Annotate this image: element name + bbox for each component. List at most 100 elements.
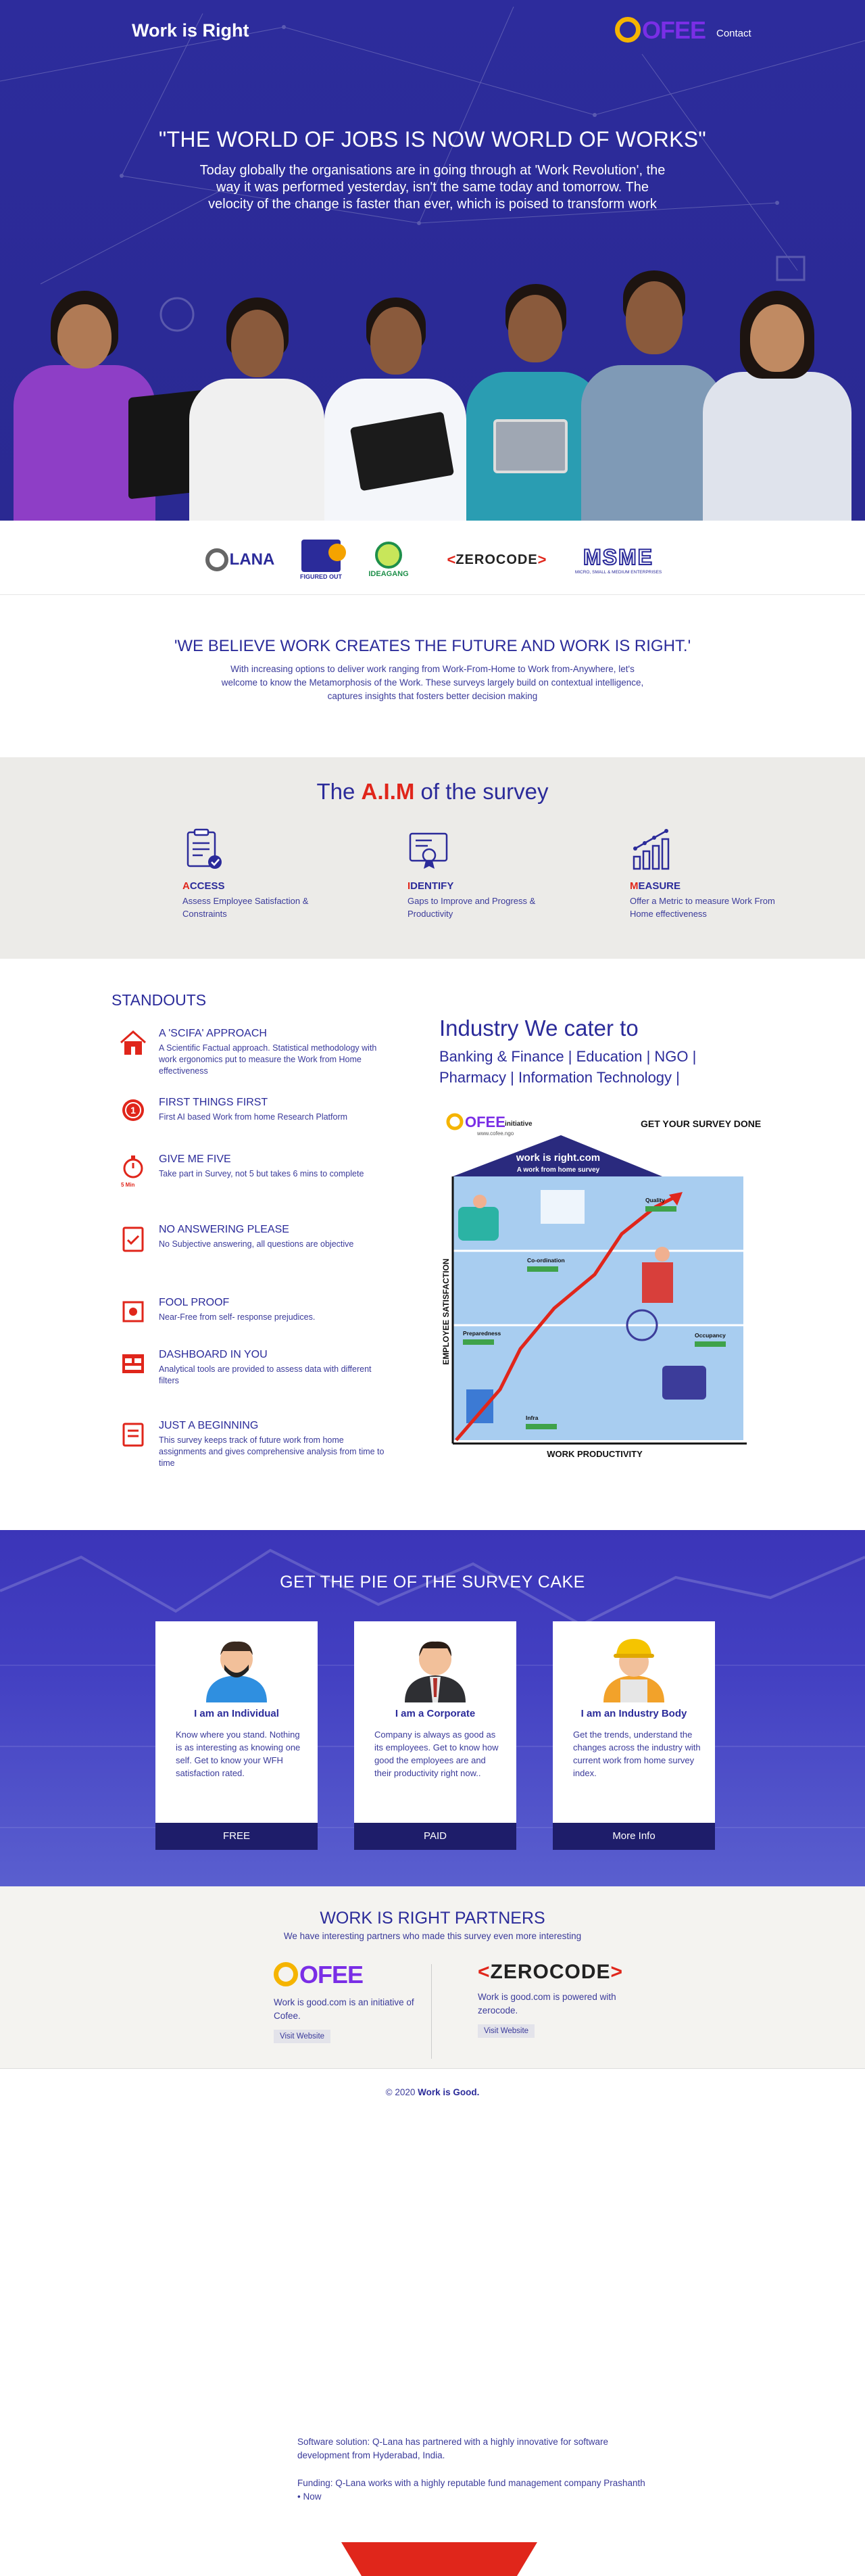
- hero-section: [0, 0, 865, 521]
- copyright: © 2020 Work is Good.: [385, 2087, 480, 2097]
- standout-title: NO ANSWERING PLEASE: [159, 1224, 289, 1235]
- industry-title: Industry We cater to: [439, 1016, 639, 1041]
- certificate-icon: [409, 832, 448, 869]
- first-badge-icon: 1: [122, 1099, 144, 1121]
- standout-text: Take part in Survey, not 5 but takes 6 m…: [159, 1169, 364, 1178]
- standout-title: DASHBOARD IN YOU: [159, 1349, 268, 1360]
- footer-note-funding: Funding: Q-Lana works with a highly repu…: [297, 2478, 645, 2502]
- pie-title: GET THE PIE OF THE SURVEY CAKE: [280, 1573, 585, 1592]
- label-infra: Infra: [526, 1414, 539, 1421]
- info-initiative: initiative: [505, 1120, 533, 1128]
- info-x-axis: WORK PRODUCTIVITY: [547, 1449, 643, 1459]
- survey-infographic: OFEE initiative www.cofee.ngo GET YOUR S…: [439, 1105, 777, 1474]
- standout-item: DASHBOARD IN YOU Analytical tools are pr…: [118, 1349, 389, 1387]
- pie-card-text: Company is always as good as its employe…: [374, 1730, 499, 1778]
- visit-website-button[interactable]: Visit Website: [274, 2030, 331, 2043]
- standout-item: FOOL PROOF Near-Free from self- response…: [118, 1297, 389, 1323]
- figured-out-icon: [301, 540, 346, 572]
- checklist-icon: [122, 1226, 144, 1252]
- home-icon: [120, 1030, 146, 1055]
- believe-title: 'WE BELIEVE WORK CREATES THE FUTURE AND …: [174, 637, 691, 655]
- person-man-tablet: [324, 297, 466, 521]
- standouts-title: STANDOUTS: [112, 991, 207, 1009]
- corporate-avatar-icon: [405, 1641, 466, 1702]
- standout-title: JUST A BEGINNING: [159, 1420, 259, 1431]
- standout-title: FOOL PROOF: [159, 1297, 230, 1308]
- cofee-logo-text: OFEE: [642, 16, 706, 44]
- standout-text: A Scientific Factual approach. Statistic…: [159, 1043, 377, 1076]
- brand-title[interactable]: Work is Right: [132, 20, 249, 41]
- cofee-logo[interactable]: OFEE: [615, 16, 706, 45]
- aim-text-access: Assess Employee Satisfaction & Constrain…: [182, 896, 309, 919]
- shield-document-icon: [122, 1301, 144, 1322]
- partner-logo-strip: LANA FIGURED OUT IDEAGANG < ZEROCODE > M…: [0, 521, 865, 595]
- bottom-red-tab: [341, 2542, 537, 2576]
- paid-button[interactable]: PAID: [354, 1823, 516, 1850]
- contact-link[interactable]: Contact: [716, 28, 751, 39]
- zerocode-logo: < ZEROCODE >: [447, 551, 547, 568]
- partners-title: WORK IS RIGHT PARTNERS: [320, 1909, 545, 1928]
- info-y-axis: EMPLOYEE SATISFACTION: [441, 1258, 451, 1364]
- standout-item: NO ANSWERING PLEASE No Subjective answer…: [118, 1224, 389, 1252]
- five-min-label: 5 Min: [121, 1182, 135, 1188]
- msme-logo: MSME MICRO, SMALL & MEDIUM ENTERPRISES: [574, 544, 662, 575]
- standout-title: FIRST THINGS FIRST: [159, 1097, 268, 1108]
- standout-text: This survey keeps track of future work f…: [159, 1435, 385, 1468]
- partner-text: Work is good.com is an initiative of Cof…: [274, 1997, 414, 2021]
- aim-title: The A.I.M of the survey: [316, 779, 549, 804]
- pie-card-text: Know where you stand. Nothing is as inte…: [176, 1730, 301, 1778]
- standout-item: JUST A BEGINNING This survey keeps track…: [118, 1420, 389, 1469]
- ideagang-bulb-icon: [375, 542, 402, 569]
- dashboard-icon: [122, 1354, 144, 1373]
- standout-title: A 'SCIFA' APPROACH: [159, 1028, 267, 1039]
- aim-heading-measure: MEASURE: [630, 880, 681, 892]
- hero-title: "THE WORLD OF JOBS IS NOW WORLD OF WORKS…: [158, 127, 707, 151]
- pie-card-industry: I am an Industry Body Get the trends, un…: [553, 1621, 715, 1850]
- standout-item: 1 FIRST THINGS FIRST First AI based Work…: [118, 1097, 389, 1123]
- info-cta: GET YOUR SURVEY DONE: [641, 1118, 761, 1129]
- industry-sectors: Banking & Finance | Education | NGO | Ph…: [439, 1048, 697, 1086]
- label-occupancy: Occupancy: [695, 1332, 726, 1339]
- partner-cofee: OFEE Work is good.com is an initiative o…: [274, 1961, 443, 2043]
- believe-text: With increasing options to deliver work …: [221, 664, 644, 701]
- pie-card-title: I am an Individual: [194, 1708, 279, 1719]
- more-info-button[interactable]: More Info: [553, 1823, 715, 1850]
- standout-text: No Subjective answering, all questions a…: [159, 1239, 354, 1249]
- partners-subtitle: We have interesting partners who made th…: [283, 1931, 582, 1941]
- aim-text-identify: Gaps to Improve and Progress & Productiv…: [407, 896, 536, 919]
- partner-zerocode-logo: <ZEROCODE>: [478, 1961, 624, 1983]
- svg-text:1: 1: [130, 1105, 136, 1116]
- qlana-logo: LANA: [203, 540, 277, 580]
- aim-text-measure: Offer a Metric to measure Work From Home…: [630, 896, 775, 919]
- partners-divider: [431, 1964, 432, 2059]
- ideagang-logo: IDEAGANG: [362, 540, 416, 580]
- visit-website-button[interactable]: Visit Website: [478, 2024, 535, 2038]
- partner-cofee-logo: OFEE: [274, 1961, 443, 1989]
- cofee-c-icon: [274, 1962, 298, 1986]
- aim-card-access: ACCESS Assess Employee Satisfaction & Co…: [182, 828, 345, 920]
- report-icon: [122, 1423, 144, 1447]
- figured-out-logo: FIGURED OUT: [294, 540, 348, 580]
- info-url: www.cofee.ngo: [476, 1130, 514, 1137]
- info-logo: OFEE: [465, 1114, 505, 1130]
- person-man-phone: [189, 297, 324, 521]
- standout-text: First AI based Work from home Research P…: [159, 1112, 348, 1122]
- standout-item: A 'SCIFA' APPROACH A Scientific Factual …: [118, 1028, 389, 1077]
- bar-chart-icon: [633, 829, 670, 870]
- info-roof-sub: A work from home survey: [517, 1166, 600, 1174]
- clipboard-check-icon: [187, 828, 222, 869]
- standout-title: GIVE ME FIVE: [159, 1153, 231, 1165]
- standout-text: Analytical tools are provided to assess …: [159, 1364, 372, 1385]
- free-button[interactable]: FREE: [155, 1823, 318, 1850]
- standout-text: Near-Free from self- response prejudices…: [159, 1312, 316, 1322]
- aim-card-identify: IDENTIFY Gaps to Improve and Progress & …: [407, 828, 570, 920]
- aim-heading-identify: IDENTIFY: [407, 880, 454, 892]
- ipad-image: [493, 419, 568, 473]
- person-man-glasses: [581, 270, 723, 521]
- standout-item: 5 Min GIVE ME FIVE Take part in Survey, …: [118, 1153, 389, 1188]
- info-roof-title: work is right.com: [516, 1152, 600, 1164]
- industry-avatar-icon: [603, 1639, 664, 1702]
- hero-text: Today globally the organisations are in …: [199, 163, 666, 212]
- aim-heading-access: ACCESS: [182, 880, 225, 892]
- cofee-c-icon: [615, 17, 641, 43]
